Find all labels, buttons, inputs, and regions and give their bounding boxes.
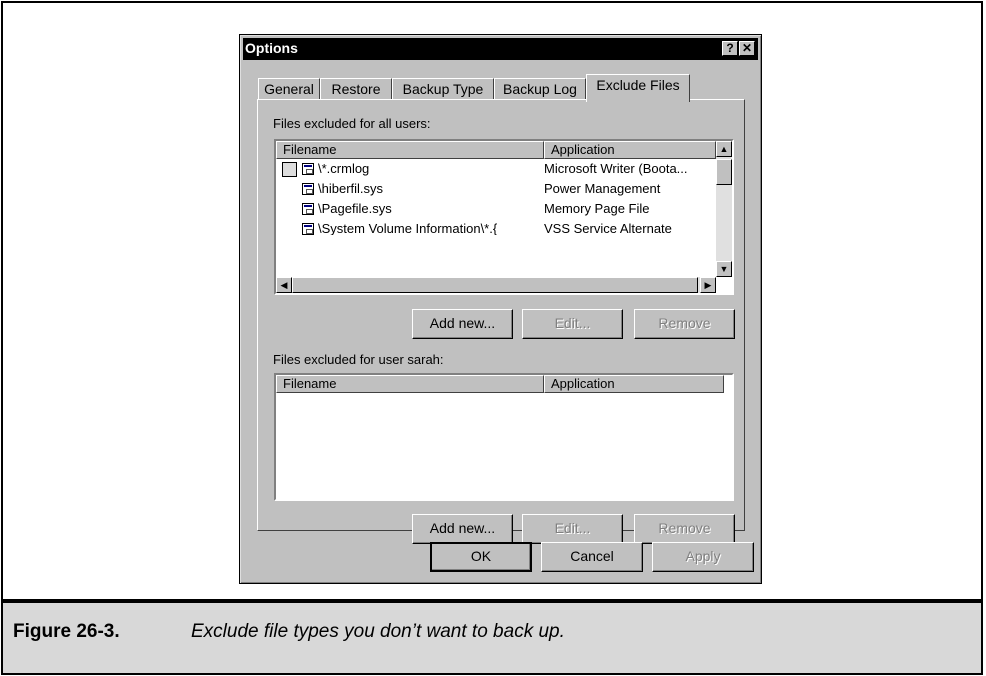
file-icon [302,203,314,215]
tab-backup-log[interactable]: Backup Log [494,78,586,100]
column-application[interactable]: Application [544,375,724,393]
tab-backup-type[interactable]: Backup Type [392,78,494,100]
caption-label: Figure 26-3. [13,621,120,642]
all-users-list[interactable]: Filename Application \*.crmlog Microsoft… [274,139,734,295]
apply-button[interactable]: Apply [652,542,754,572]
scroll-down-icon[interactable]: ▼ [716,261,732,277]
tab-restore[interactable]: Restore [320,78,392,100]
all-users-label: Files excluded for all users: [273,116,431,131]
caption-text: Exclude file types you don’t want to bac… [191,621,565,642]
list-item[interactable]: \hiberfil.sys Power Management [276,179,716,199]
file-icon [302,183,314,195]
user-add-button[interactable]: Add new... [412,514,513,544]
user-remove-button[interactable]: Remove [634,514,735,544]
figure-caption: Figure 26-3. Exclude file types you don’… [1,601,983,675]
exclude-files-panel: Files excluded for all users: Filename A… [257,99,745,544]
all-users-edit-button[interactable]: Edit... [522,309,623,339]
scroll-left-icon[interactable]: ◀ [276,277,292,293]
help-button[interactable]: ? [722,41,738,56]
scroll-up-icon[interactable]: ▲ [716,141,732,157]
vertical-scroll-thumb[interactable] [716,159,732,185]
ok-button[interactable]: OK [430,542,532,572]
folder-icon [282,162,297,177]
vertical-scrollbar[interactable]: ▲ ▼ [716,141,732,277]
column-application[interactable]: Application [544,141,716,159]
all-users-remove-button[interactable]: Remove [634,309,735,339]
horizontal-scrollbar[interactable]: ◀ ▶ [276,277,716,293]
tab-general[interactable]: General [258,78,320,100]
user-label: Files excluded for user sarah: [273,352,444,367]
list-item[interactable]: \System Volume Information\*.{ VSS Servi… [276,219,716,235]
scroll-right-icon[interactable]: ▶ [700,277,716,293]
file-icon [302,223,314,235]
cancel-button[interactable]: Cancel [541,542,643,572]
list-item[interactable]: \*.crmlog Microsoft Writer (Boota... [276,159,716,179]
horizontal-scroll-thumb[interactable] [292,277,698,293]
user-list[interactable]: Filename Application [274,373,734,501]
column-filename[interactable]: Filename [276,141,544,159]
all-users-add-button[interactable]: Add new... [412,309,513,339]
close-button[interactable]: ✕ [739,41,755,56]
dialog-title: Options [245,40,298,56]
title-bar: Options ? ✕ [243,38,758,60]
options-dialog: Options ? ✕ General Restore Backup Type … [239,34,762,584]
figure-frame: Options ? ✕ General Restore Backup Type … [1,1,983,601]
list-item[interactable]: \Pagefile.sys Memory Page File [276,199,716,219]
file-icon [302,163,314,175]
column-filename[interactable]: Filename [276,375,544,393]
user-edit-button[interactable]: Edit... [522,514,623,544]
tab-exclude-files[interactable]: Exclude Files [586,74,690,102]
